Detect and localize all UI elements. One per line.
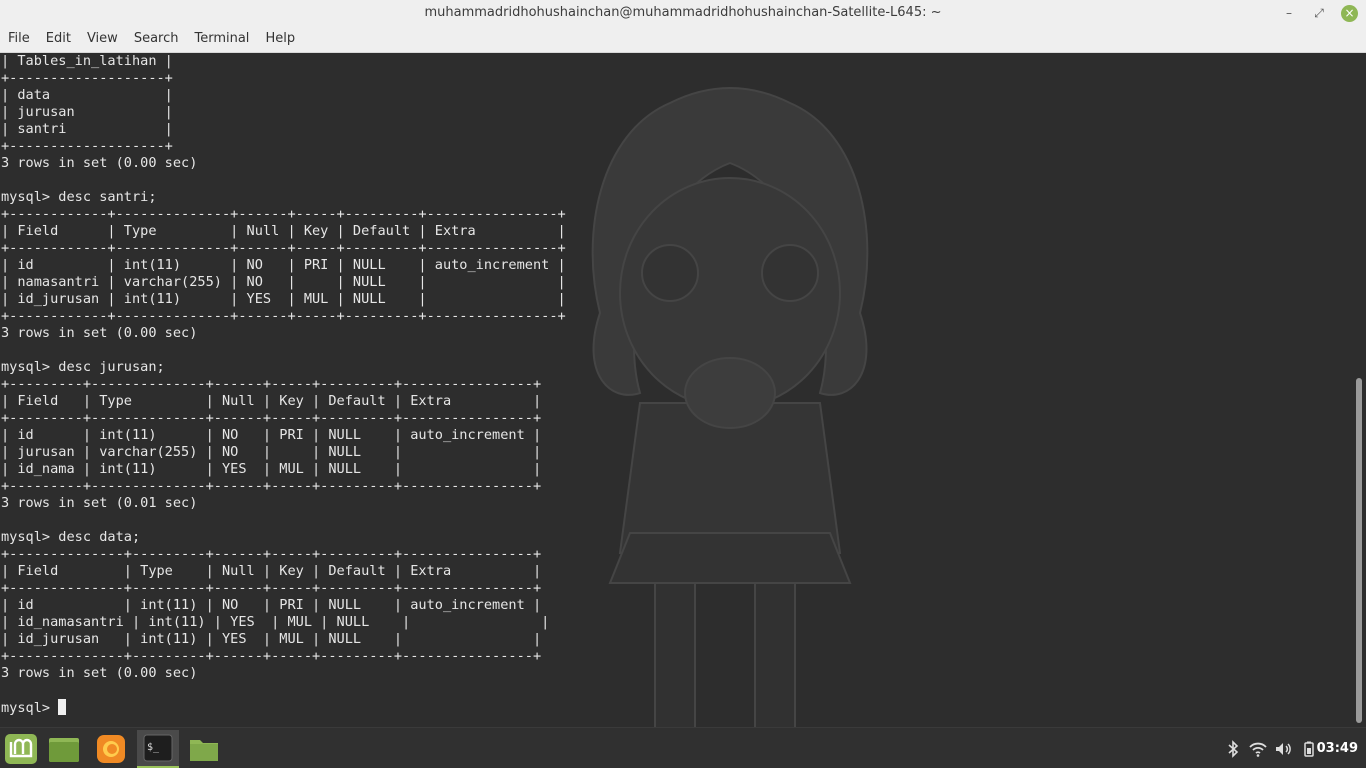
output-line: mysql> desc data; <box>1 529 141 545</box>
battery-icon[interactable] <box>1300 740 1318 758</box>
output-line: | id_jurusan | int(11) | YES | MUL | NUL… <box>1 291 566 307</box>
output-line: +------------+--------------+------+----… <box>1 240 566 256</box>
output-line: | id | int(11) | NO | PRI | NULL | auto_… <box>1 597 542 613</box>
menu-bar: File Edit View Search Terminal Help <box>0 26 1366 53</box>
close-button[interactable]: × <box>1341 5 1358 22</box>
output-line: | jurusan | varchar(255) | NO | | NULL |… <box>1 444 542 460</box>
terminal-icon[interactable]: $_ <box>137 730 179 768</box>
wifi-icon[interactable] <box>1249 740 1267 758</box>
taskbar: $_ 03:49 <box>0 727 1366 768</box>
window-title: muhammadridhohushainchan@muhammadridhohu… <box>424 5 942 20</box>
output-line: mysql> desc santri; <box>1 189 157 205</box>
output-line: | Tables_in_latihan | <box>1 53 173 69</box>
maximize-button[interactable]: ⤢ <box>1310 4 1328 22</box>
output-line: +-------------------+ <box>1 138 173 154</box>
menu-edit[interactable]: Edit <box>38 26 79 46</box>
output-line: +---------+--------------+------+-----+-… <box>1 478 542 494</box>
output-line: | id_jurusan | int(11) | YES | MUL | NUL… <box>1 631 542 647</box>
menu-terminal[interactable]: Terminal <box>186 26 257 46</box>
output-line: +---------+--------------+------+-----+-… <box>1 376 542 392</box>
menu-help[interactable]: Help <box>257 26 303 46</box>
clock[interactable]: 03:49 <box>1317 741 1358 756</box>
output-line: +--------------+---------+------+-----+-… <box>1 546 542 562</box>
output-line: 3 rows in set (0.00 sec) <box>1 665 198 681</box>
output-line: | jurusan | <box>1 104 173 120</box>
output-line: 3 rows in set (0.01 sec) <box>1 495 198 511</box>
prompt-line: mysql> <box>1 700 59 716</box>
mint-menu-icon[interactable] <box>0 730 42 768</box>
terminal-area[interactable]: | Tables_in_latihan | +-----------------… <box>0 53 1366 727</box>
output-line: | id_nama | int(11) | YES | MUL | NULL |… <box>1 461 542 477</box>
terminal-output: | Tables_in_latihan | +-----------------… <box>1 53 566 717</box>
output-line: | id | int(11) | NO | PRI | NULL | auto_… <box>1 427 542 443</box>
output-line: +--------------+---------+------+-----+-… <box>1 580 542 596</box>
menu-view[interactable]: View <box>79 26 126 46</box>
output-line: | namasantri | varchar(255) | NO | | NUL… <box>1 274 566 290</box>
output-line: 3 rows in set (0.00 sec) <box>1 155 198 171</box>
scrollbar[interactable] <box>1356 378 1362 723</box>
svg-text:$_: $_ <box>147 742 160 753</box>
output-line: | data | <box>1 87 173 103</box>
title-bar: muhammadridhohushainchan@muhammadridhohu… <box>0 0 1366 26</box>
output-line: +--------------+---------+------+-----+-… <box>1 648 542 664</box>
output-line: +-------------------+ <box>1 70 173 86</box>
output-line: 3 rows in set (0.00 sec) <box>1 325 198 341</box>
menu-search[interactable]: Search <box>126 26 187 46</box>
text-cursor <box>58 699 67 715</box>
files-icon[interactable] <box>43 730 85 768</box>
menu-file[interactable]: File <box>0 26 38 46</box>
bluetooth-icon[interactable] <box>1224 740 1242 758</box>
output-line: | id | int(11) | NO | PRI | NULL | auto_… <box>1 257 566 273</box>
anime-wallpaper-image <box>591 87 869 727</box>
output-line: +------------+--------------+------+----… <box>1 206 566 222</box>
folder-icon[interactable] <box>183 730 225 768</box>
output-line: | Field | Type | Null | Key | Default | … <box>1 393 542 409</box>
output-line: | Field | Type | Null | Key | Default | … <box>1 223 566 239</box>
output-line: mysql> desc jurusan; <box>1 359 165 375</box>
minimize-button[interactable]: – <box>1280 4 1298 22</box>
output-line: +------------+--------------+------+----… <box>1 308 566 324</box>
firefox-icon[interactable] <box>90 730 132 768</box>
output-line: | id_namasantri | int(11) | YES | MUL | … <box>1 614 550 630</box>
output-line: +---------+--------------+------+-----+-… <box>1 410 542 426</box>
output-line: | santri | <box>1 121 173 137</box>
output-line: | Field | Type | Null | Key | Default | … <box>1 563 542 579</box>
volume-icon[interactable] <box>1274 740 1292 758</box>
